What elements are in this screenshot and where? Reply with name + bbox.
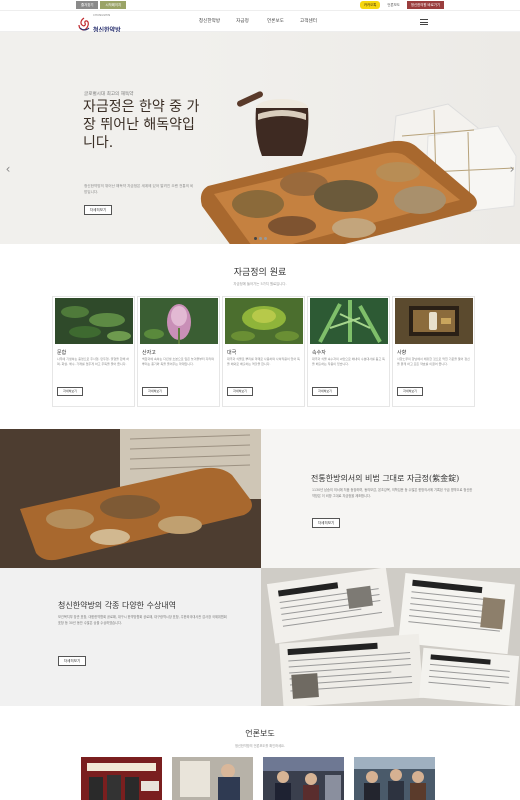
ingredient-more-button[interactable]: 자세히보기 xyxy=(57,387,83,396)
ingredient-photo xyxy=(140,298,218,344)
slide-dot[interactable] xyxy=(264,237,267,240)
ingredients-title: 자금정의 원료 xyxy=(233,268,287,278)
next-slide-icon[interactable]: › xyxy=(508,161,516,177)
slide-dot[interactable] xyxy=(254,237,257,240)
ingredient-text: 대극과 식물 속수자의 씨앗으로 체내의 수분대사를 돕고 독을 배출하는 작용… xyxy=(312,357,385,366)
awards-more-button[interactable]: 자세히보기 xyxy=(58,656,86,666)
ingredient-name: 문합 xyxy=(57,350,67,356)
prev-slide-icon[interactable]: ‹ xyxy=(4,161,12,177)
bookmark-button[interactable]: 즐겨찾기 xyxy=(76,1,99,9)
hero-kicker: 글로벌시대 최고의 해독약 xyxy=(84,92,134,97)
ingredient-text: 사향노루의 향낭에서 채취한 것으로 막힌 기운을 뚫어 정신을 맑게 하고 모… xyxy=(397,357,470,366)
nav-item-chungshin[interactable]: 청신한약방 xyxy=(193,11,226,32)
logo-subtitle: CHUNGSHIN xyxy=(93,13,111,17)
awards-section: 청신한약방의 각종 다양한 수상내역 보건복지부 장관 표창, 대한한약협회 공… xyxy=(0,568,520,706)
ingredient-card: 산자고 백합과에 속하는 다년생 초본으로 잎은 늦겨울부터 자라며 뿌리는 종… xyxy=(137,296,220,407)
tradition-section: 전통한방의서의 비법 그대로 자금정(紫金錠) 1130년 남송의 의서에 처음… xyxy=(0,429,520,569)
ingredient-photo xyxy=(310,298,388,344)
kakao-button[interactable]: 카카오톡 xyxy=(359,1,381,9)
ingredient-text: 대극과 식물로 뿌리를 약재로 사용하며 사하작용이 있어 독을 체외로 배출하… xyxy=(227,357,300,366)
press-list xyxy=(81,757,435,800)
logo-emblem-icon xyxy=(78,17,90,32)
ingredients-subtitle: 자금정에 들어가는 5가지 원료입니다. xyxy=(233,282,287,286)
ingredient-more-button[interactable]: 자세히보기 xyxy=(227,387,253,396)
nav-item-press[interactable]: 언론보도 xyxy=(259,11,292,32)
slide-dot[interactable] xyxy=(259,237,262,240)
utility-left: 즐겨찾기 시작페이지 xyxy=(76,1,127,9)
hero-more-button[interactable]: 자세히보기 xyxy=(84,205,112,215)
menu-icon[interactable] xyxy=(420,19,428,25)
ingredient-card: 속수자 대극과 식물 속수자의 씨앗으로 체내의 수분대사를 돕고 독을 배출하… xyxy=(307,296,390,407)
hero-title: 자금정은 한약 중 가장 뛰어난 해독약입니다. xyxy=(83,99,200,151)
ingredient-text: 백합과에 속하는 다년생 초본으로 잎은 늦겨울부터 자라며 뿌리는 종기와 독… xyxy=(142,357,214,366)
slider-dots xyxy=(254,237,267,240)
press-thumbnail[interactable] xyxy=(354,757,435,800)
ingredient-photo xyxy=(395,298,473,344)
tradition-more-button[interactable]: 자세히보기 xyxy=(312,518,340,528)
ingredient-name: 속수자 xyxy=(312,350,326,356)
hero-herbs-image xyxy=(200,91,517,244)
press-thumbnail[interactable] xyxy=(172,757,253,800)
main-nav: 청신한약방 자금정 언론보도 고객센터 xyxy=(193,11,325,32)
tradition-description: 1130년 남송의 의서에 처음 등장하며, 동의보감, 본초강목, 의학입문 … xyxy=(312,488,473,498)
ingredient-text: 나무에 기생하는 충영으로 주사형, 만두형, 궐형을 합해 하며, 화살, 해… xyxy=(57,357,130,366)
ingredient-cards: 문합 나무에 기생하는 충영으로 주사형, 만두형, 궐형을 합해 하며, 화살… xyxy=(52,296,476,407)
ingredient-more-button[interactable]: 자세히보기 xyxy=(142,387,168,396)
ingredient-name: 사향 xyxy=(397,350,407,356)
ingredient-name: 대극 xyxy=(227,350,237,356)
clinic-link-button[interactable]: 청신한의원 바로가기 xyxy=(406,1,444,9)
newspaper-clippings-photo xyxy=(261,568,520,706)
ingredient-photo xyxy=(55,298,133,344)
press-thumbnail[interactable] xyxy=(263,757,344,800)
nav-item-support[interactable]: 고객센터 xyxy=(292,11,325,32)
ingredient-card: 문합 나무에 기생하는 충영으로 주사형, 만두형, 궐형을 합해 하며, 화살… xyxy=(52,296,135,407)
ingredient-photo xyxy=(225,298,303,344)
press-subtitle: 청신한약방의 언론보도를 확인하세요. xyxy=(235,744,285,748)
ingredient-name: 산자고 xyxy=(142,350,156,356)
awards-description: 보건복지부 장관 표창, 대한한약협회 공로패, 대구시 한약방협회 공로패, … xyxy=(58,615,227,625)
ingredient-more-button[interactable]: 자세히보기 xyxy=(312,387,338,396)
nav-item-jageumjeong[interactable]: 자금정 xyxy=(226,11,259,32)
awards-title: 청신한약방의 각종 다양한 수상내역 xyxy=(58,601,177,610)
hero-description: 청신한약방의 뛰어난 해독약 자금정은 세계에 있어 알려진 오랜 전통의 비방… xyxy=(84,184,194,194)
press-thumbnail[interactable] xyxy=(81,757,162,800)
hero-slider: 글로벌시대 최고의 해독약 자금정은 한약 중 가장 뛰어난 해독약입니다. 청… xyxy=(0,32,520,244)
ingredient-more-button[interactable]: 자세히보기 xyxy=(397,387,423,396)
press-title: 언론보도 xyxy=(245,729,275,738)
tradition-title: 전통한방의서의 비법 그대로 자금정(紫金錠) xyxy=(311,474,460,483)
ingredient-card: 사향 사향노루의 향낭에서 채취한 것으로 막힌 기운을 뚫어 정신을 맑게 하… xyxy=(392,296,475,407)
ingredient-card: 대극 대극과 식물로 뿌리를 약재로 사용하며 사하작용이 있어 독을 체외로 … xyxy=(222,296,305,407)
site-header: CHUNGSHIN 청신한약방 청신한약방 자금정 언론보도 고객센터 xyxy=(0,10,520,34)
utility-bar: 즐겨찾기 시작페이지 카카오톡 언론보도 청신한의원 바로가기 xyxy=(0,0,520,10)
tradition-photo xyxy=(0,429,261,569)
utility-right: 카카오톡 언론보도 청신한의원 바로가기 xyxy=(359,1,444,9)
press-link[interactable]: 언론보도 xyxy=(383,1,403,9)
start-page-button[interactable]: 시작페이지 xyxy=(100,1,127,9)
